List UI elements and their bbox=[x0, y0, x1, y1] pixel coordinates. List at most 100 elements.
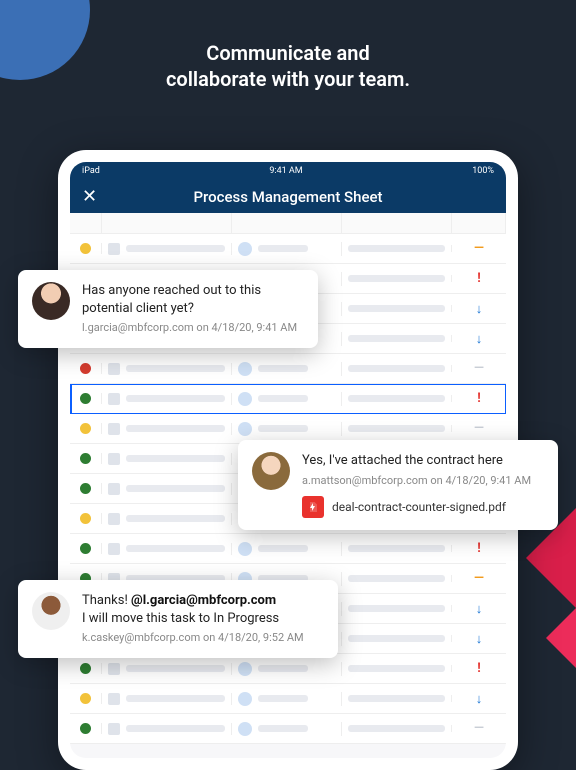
comment-body: Thanks! @l.garcia@mbfcorp.com I will mov… bbox=[82, 592, 304, 646]
attachment[interactable]: deal-contract-counter-signed.pdf bbox=[302, 496, 531, 518]
table-row[interactable]: — bbox=[70, 714, 506, 744]
comment-bubble[interactable]: Has anyone reached out to this potential… bbox=[18, 270, 318, 348]
comment-text: Has anyone reached out to this potential… bbox=[82, 282, 304, 317]
status-dot bbox=[80, 723, 91, 734]
assignee-avatar bbox=[238, 392, 252, 406]
placeholder-bar bbox=[126, 545, 225, 552]
comment-text-part: I will move this task to In Progress bbox=[82, 611, 279, 626]
comment-text: Thanks! @l.garcia@mbfcorp.com I will mov… bbox=[82, 592, 304, 627]
placeholder-bar bbox=[348, 545, 445, 552]
placeholder-bar bbox=[348, 635, 445, 642]
placeholder-bar bbox=[258, 425, 308, 432]
document-icon bbox=[108, 453, 120, 465]
pdf-icon bbox=[302, 496, 324, 518]
comment-bubble[interactable]: Yes, I've attached the contract here a.m… bbox=[238, 440, 558, 530]
document-icon bbox=[108, 723, 120, 735]
decorative-triangle bbox=[546, 558, 576, 718]
comment-meta: l.garcia@mbfcorp.com on 4/18/20, 9:41 AM bbox=[82, 321, 304, 336]
status-dot bbox=[80, 513, 91, 524]
page-title: Process Management Sheet bbox=[102, 188, 474, 206]
priority-mark: ! bbox=[477, 661, 481, 676]
priority-mark: ↓ bbox=[476, 691, 483, 707]
status-dot bbox=[80, 453, 91, 464]
placeholder-bar bbox=[258, 365, 308, 372]
priority-mark: — bbox=[474, 721, 484, 736]
headline-line2: collaborate with your team. bbox=[166, 67, 410, 91]
placeholder-bar bbox=[258, 695, 308, 702]
priority-mark: — bbox=[474, 241, 484, 256]
placeholder-bar bbox=[258, 665, 308, 672]
table-row[interactable]: — bbox=[70, 354, 506, 384]
table-row[interactable]: ! bbox=[70, 654, 506, 684]
priority-mark: — bbox=[474, 361, 484, 376]
placeholder-bar bbox=[348, 275, 445, 282]
status-dot bbox=[80, 693, 91, 704]
status-battery: 100% bbox=[472, 166, 494, 176]
status-dot bbox=[80, 423, 91, 434]
comment-bubble[interactable]: Thanks! @l.garcia@mbfcorp.com I will mov… bbox=[18, 580, 338, 658]
status-time: 9:41 AM bbox=[100, 166, 472, 176]
priority-mark: ↓ bbox=[476, 301, 483, 317]
document-icon bbox=[108, 543, 120, 555]
table-row[interactable]: ! bbox=[70, 534, 506, 564]
document-icon bbox=[108, 693, 120, 705]
priority-mark: ↓ bbox=[476, 331, 483, 347]
placeholder-bar bbox=[126, 365, 225, 372]
ios-status-bar: iPad 9:41 AM 100% bbox=[70, 162, 506, 180]
table-row[interactable]: — bbox=[70, 234, 506, 264]
status-dot bbox=[80, 663, 91, 674]
placeholder-bar bbox=[258, 545, 308, 552]
status-dot bbox=[80, 393, 91, 404]
document-icon bbox=[108, 363, 120, 375]
close-icon[interactable]: ✕ bbox=[82, 186, 102, 207]
assignee-avatar bbox=[238, 362, 252, 376]
table-row[interactable]: ↓ bbox=[70, 684, 506, 714]
assignee-avatar bbox=[238, 542, 252, 556]
document-icon bbox=[108, 663, 120, 675]
priority-mark: — bbox=[474, 421, 484, 436]
document-icon bbox=[108, 513, 120, 525]
mention[interactable]: @l.garcia@mbfcorp.com bbox=[131, 593, 276, 608]
placeholder-bar bbox=[348, 305, 445, 312]
placeholder-bar bbox=[126, 425, 225, 432]
placeholder-bar bbox=[348, 575, 445, 582]
comment-body: Yes, I've attached the contract here a.m… bbox=[302, 452, 531, 518]
priority-mark: ! bbox=[477, 541, 481, 556]
placeholder-bar bbox=[126, 245, 225, 252]
table-row[interactable]: 6 ! bbox=[70, 384, 506, 414]
placeholder-bar bbox=[348, 365, 445, 372]
placeholder-bar bbox=[348, 335, 445, 342]
priority-mark: ! bbox=[477, 391, 481, 406]
status-dot bbox=[80, 243, 91, 254]
placeholder-bar bbox=[348, 245, 445, 252]
assignee-avatar bbox=[238, 692, 252, 706]
document-icon bbox=[108, 393, 120, 405]
placeholder-bar bbox=[126, 725, 225, 732]
avatar bbox=[32, 282, 70, 320]
status-dot bbox=[80, 483, 91, 494]
placeholder-bar bbox=[348, 425, 445, 432]
headline-line1: Communicate and bbox=[206, 41, 369, 65]
status-dot bbox=[80, 543, 91, 554]
priority-mark: ↓ bbox=[476, 601, 483, 617]
document-icon bbox=[108, 423, 120, 435]
priority-mark: ↓ bbox=[476, 631, 483, 647]
comment-text-part: Thanks! bbox=[82, 593, 131, 608]
avatar bbox=[32, 592, 70, 630]
placeholder-bar bbox=[258, 245, 308, 252]
status-device: iPad bbox=[82, 166, 100, 176]
assignee-avatar bbox=[238, 422, 252, 436]
placeholder-bar bbox=[348, 695, 445, 702]
app-header: ✕ Process Management Sheet bbox=[70, 180, 506, 213]
priority-mark: — bbox=[474, 571, 484, 586]
placeholder-bar bbox=[126, 665, 225, 672]
assignee-avatar bbox=[238, 662, 252, 676]
placeholder-bar bbox=[126, 395, 225, 402]
placeholder-bar bbox=[258, 725, 308, 732]
attachment-filename: deal-contract-counter-signed.pdf bbox=[332, 499, 506, 515]
comment-meta: k.caskey@mbfcorp.com on 4/18/20, 9:52 AM bbox=[82, 631, 304, 646]
placeholder-bar bbox=[348, 725, 445, 732]
comment-meta: a.mattson@mbfcorp.com on 4/18/20, 9:41 A… bbox=[302, 474, 531, 489]
placeholder-bar bbox=[126, 485, 225, 492]
status-dot bbox=[80, 363, 91, 374]
